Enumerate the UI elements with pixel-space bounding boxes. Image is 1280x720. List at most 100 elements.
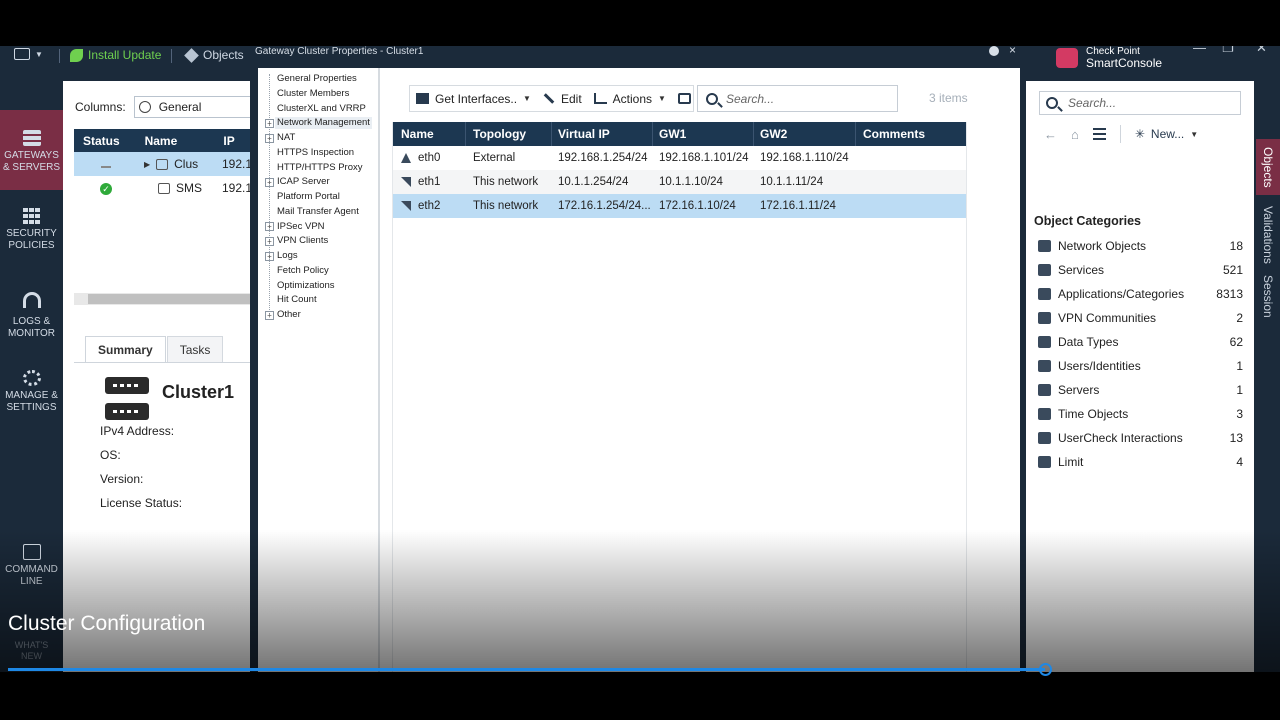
nav-command-line[interactable]: COMMAND LINE — [0, 544, 63, 588]
help-icon[interactable] — [989, 46, 999, 56]
tree-item[interactable]: Cluster Members — [277, 88, 349, 100]
category-item[interactable]: Data Types 62 — [1038, 332, 1243, 352]
expand-plus-icon[interactable]: + — [265, 118, 274, 128]
video-progress-bar[interactable] — [8, 668, 1045, 671]
column-header-name[interactable]: Name — [393, 122, 466, 146]
brand-line-2: SmartConsole — [1086, 56, 1163, 70]
category-item[interactable]: Services 521 — [1038, 260, 1243, 280]
search-placeholder: Search... — [1068, 96, 1117, 110]
close-icon[interactable]: × — [1009, 46, 1016, 57]
objects-menu-button[interactable]: Objects — [184, 47, 244, 63]
nav-logs-monitor[interactable]: LOGS & MONITOR — [0, 292, 63, 340]
category-icon — [1038, 240, 1051, 252]
main-menu-button[interactable]: ▼ — [14, 48, 43, 60]
window-close-icon[interactable]: ✕ — [1256, 46, 1267, 56]
category-label: Applications/Categories — [1058, 287, 1185, 301]
nav-whats-new[interactable]: WHAT'S NEW — [0, 640, 63, 662]
column-header-topology[interactable]: Topology — [466, 122, 552, 146]
expand-plus-icon[interactable]: + — [265, 251, 274, 261]
actions-button[interactable]: Actions ▼ — [588, 85, 672, 112]
popout-button[interactable] — [672, 85, 697, 112]
tree-item[interactable]: NAT — [277, 132, 295, 144]
tree-item[interactable]: ClusterXL and VRRP — [277, 103, 366, 115]
video-caption: Cluster Configuration — [8, 612, 206, 635]
scrollbar-thumb[interactable] — [88, 294, 254, 304]
home-icon[interactable]: ⌂ — [1071, 127, 1079, 142]
table-row[interactable]: eth1 This network 10.1.1.254/24 10.1.1.1… — [393, 170, 966, 194]
column-header-comments[interactable]: Comments — [856, 122, 956, 146]
table-row[interactable]: eth2 This network 172.16.1.254/24... 172… — [393, 194, 966, 218]
category-count: 1 — [1236, 359, 1243, 373]
tree-item[interactable]: Hit Count — [277, 294, 317, 306]
category-count: 2 — [1236, 311, 1243, 325]
expand-plus-icon[interactable]: + — [265, 177, 274, 187]
category-icon — [1038, 408, 1051, 420]
column-header-gw2[interactable]: GW2 — [754, 122, 856, 146]
tree-item[interactable]: Optimizations — [277, 280, 335, 292]
tab-validations[interactable]: Validations — [1256, 201, 1280, 269]
category-item[interactable]: Network Objects 18 — [1038, 236, 1243, 256]
category-item[interactable]: Users/Identities 1 — [1038, 356, 1243, 376]
column-header-ip[interactable]: IP — [215, 134, 254, 148]
nav-manage-settings[interactable]: MANAGE & SETTINGS — [0, 370, 63, 414]
new-object-button[interactable]: ✳ New... ▼ — [1135, 127, 1198, 141]
category-count: 1 — [1236, 383, 1243, 397]
cube-icon — [184, 47, 199, 63]
table-row[interactable]: ▶ Clus 192.16 — [74, 152, 259, 176]
expand-plus-icon[interactable]: + — [265, 133, 274, 143]
tree-item[interactable]: ICAP Server — [277, 176, 330, 188]
tree-item[interactable]: HTTPS Inspection — [277, 147, 354, 159]
tree-item[interactable]: HTTP/HTTPS Proxy — [277, 162, 363, 174]
expand-plus-icon[interactable]: + — [265, 310, 274, 320]
category-label: Servers — [1058, 383, 1100, 397]
columns-selector-row: Columns: General — [75, 96, 254, 118]
column-header-status[interactable]: Status — [74, 134, 137, 148]
tree-item[interactable]: VPN Clients — [277, 235, 328, 247]
tree-item[interactable]: General Properties — [277, 73, 357, 85]
table-row[interactable]: ✓ SMS 192.16 — [74, 176, 259, 200]
table-row[interactable]: eth0 External 192.168.1.254/24 192.168.1… — [393, 146, 966, 170]
tree-item[interactable]: Network Management — [275, 117, 372, 130]
category-item[interactable]: VPN Communities 2 — [1038, 308, 1243, 328]
category-item[interactable]: UserCheck Interactions 13 — [1038, 428, 1243, 448]
list-view-icon[interactable] — [1092, 128, 1106, 140]
column-header-name[interactable]: Name — [137, 134, 216, 148]
edit-button[interactable]: Edit — [537, 85, 588, 112]
tab-summary[interactable]: Summary — [85, 336, 166, 363]
tree-item[interactable]: Platform Portal — [277, 191, 340, 203]
tab-session[interactable]: Session — [1256, 271, 1280, 321]
tab-tasks[interactable]: Tasks — [166, 336, 224, 363]
category-item[interactable]: Limit 4 — [1038, 452, 1243, 472]
column-header-virtual-ip[interactable]: Virtual IP — [552, 122, 653, 146]
column-header-gw1[interactable]: GW1 — [653, 122, 754, 146]
maximize-icon[interactable]: ❐ — [1222, 46, 1234, 56]
summary-tabs: Summary Tasks — [85, 336, 224, 363]
tree-item[interactable]: IPSec VPN — [277, 221, 325, 233]
category-label: Time Objects — [1058, 407, 1129, 421]
get-interfaces-button[interactable]: Get Interfaces.. ▼ — [410, 85, 537, 112]
expand-arrow-icon[interactable]: ▶ — [144, 160, 150, 169]
columns-select[interactable]: General — [133, 96, 254, 118]
category-item[interactable]: Servers 1 — [1038, 380, 1243, 400]
video-progress-handle[interactable] — [1038, 663, 1052, 676]
category-item[interactable]: Applications/Categories 8313 — [1038, 284, 1243, 304]
objects-search-input[interactable]: Search... — [1039, 91, 1241, 115]
tree-item[interactable]: Fetch Policy — [277, 265, 329, 277]
expand-plus-icon[interactable]: + — [265, 222, 274, 231]
interfaces-search-input[interactable]: Search... — [697, 85, 898, 112]
install-update-button[interactable]: Install Update — [70, 48, 161, 62]
back-arrow-icon[interactable]: ← — [1044, 127, 1057, 142]
category-item[interactable]: Time Objects 3 — [1038, 404, 1243, 424]
nav-gateways-servers[interactable]: GATEWAYS & SERVERS — [0, 110, 63, 190]
toolbar-divider — [1119, 125, 1121, 143]
share-icon — [593, 93, 607, 104]
horizontal-scrollbar[interactable] — [74, 293, 254, 305]
nav-security-policies[interactable]: SECURITY POLICIES — [0, 208, 63, 252]
tree-item[interactable]: Other — [277, 309, 301, 321]
tree-item[interactable]: Logs — [277, 250, 298, 262]
tree-item[interactable]: Mail Transfer Agent — [277, 206, 359, 218]
expand-plus-icon[interactable]: + — [265, 236, 274, 246]
items-count: 3 items — [929, 91, 968, 105]
tab-objects[interactable]: Objects — [1256, 139, 1280, 195]
minimize-icon[interactable]: — — [1193, 46, 1206, 55]
